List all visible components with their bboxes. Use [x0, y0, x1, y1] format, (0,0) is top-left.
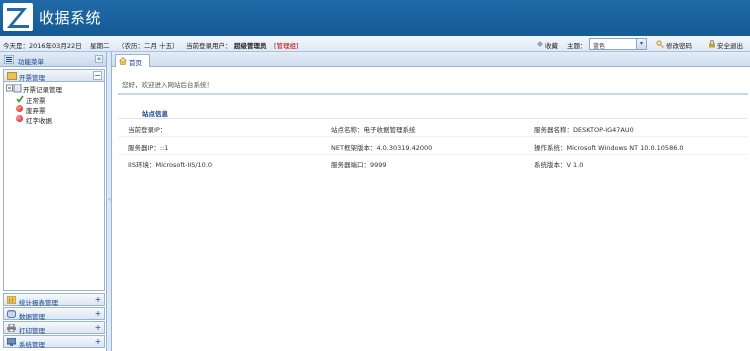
tree-item-red-receipt[interactable]: 红字收据: [26, 115, 52, 125]
data-icon: [7, 310, 16, 318]
tab-home-label: 首页: [129, 59, 142, 67]
sidebar-item-data[interactable]: 数据管理 +: [3, 307, 105, 321]
sidebar-item-data-label: 数据管理: [19, 313, 45, 321]
current-user-label: 当前登录用户：: [186, 42, 232, 50]
logout-link[interactable]: 安全退出: [717, 40, 743, 50]
divider: [118, 93, 748, 95]
splitter-grip-icon[interactable]: «: [108, 197, 111, 203]
sidebar-item-reports-label: 统计报表管理: [19, 299, 58, 307]
info-net-version: NET框架版本：4.0.30319.42000: [331, 144, 433, 152]
panel-billing-header[interactable]: 开票管理 −: [4, 70, 104, 82]
welcome-message: 您好，欢迎进入网站后台系统！: [122, 81, 213, 89]
tree-group-records[interactable]: 开票记录管理: [23, 84, 62, 94]
tree-collapse-icon[interactable]: [6, 84, 22, 93]
weekday-text: 星期二: [90, 42, 110, 50]
key-icon: [656, 40, 664, 48]
section-title: 站点信息: [142, 110, 168, 118]
info-os: 操作系统：Microsoft Windows NT 10.0.10586.0: [534, 144, 684, 152]
user-role: [管理组]: [274, 42, 299, 50]
tree-item-normal[interactable]: 正常票: [26, 95, 46, 105]
collapse-sidebar-icon[interactable]: «: [95, 55, 103, 63]
lunar-text: （农历：二月 十五）: [118, 42, 179, 50]
tree-item-void[interactable]: 废弃票: [26, 105, 46, 115]
folder-icon: [7, 72, 17, 80]
favorites-icon[interactable]: [536, 40, 544, 48]
tab-home[interactable]: 首页: [115, 54, 150, 67]
info-bar: 今天是：2016年03月22日 星期二 （农历：二月 十五） 当前登录用户： 超…: [0, 36, 750, 52]
favorites-link[interactable]: 收藏: [545, 40, 558, 50]
theme-select[interactable]: 蓝色 ▾: [589, 38, 647, 50]
check-icon: [16, 95, 24, 103]
info-site-name: 站点名称：电子收据管理系统: [331, 126, 416, 134]
info-login-ip: 当前登录IP：: [128, 126, 167, 134]
home-icon: [119, 57, 127, 65]
theme-label: 主题：: [567, 42, 587, 50]
expand-icon[interactable]: +: [94, 338, 102, 346]
info-server-ip: 服务器IP：::1: [128, 144, 169, 152]
sidebar-item-print-label: 打印管理: [19, 327, 45, 335]
expand-icon[interactable]: +: [94, 310, 102, 318]
printer-icon: [7, 324, 16, 332]
expand-icon[interactable]: +: [94, 324, 102, 332]
info-server-name: 服务器名称：DESKTOP-IG47AU0: [534, 126, 634, 134]
app-header: 收据系统: [0, 0, 750, 36]
lock-icon: [708, 40, 716, 48]
expand-icon[interactable]: +: [94, 296, 102, 304]
menu-icon: [4, 55, 14, 64]
main-content: 首页 您好，欢迎进入网站后台系统！ 站点信息 当前登录IP： 站点名称：电子收据…: [112, 52, 750, 351]
change-password-link[interactable]: 修改密码: [666, 40, 692, 50]
system-icon: [7, 338, 16, 346]
sidebar-item-system[interactable]: 系统管理 +: [3, 335, 105, 349]
divider: [118, 136, 748, 137]
sidebar-header: 功能菜单 «: [0, 52, 106, 67]
sidebar-item-print[interactable]: 打印管理 +: [3, 321, 105, 335]
info-system-version: 系统版本：V 1.0: [534, 161, 584, 169]
collapse-icon[interactable]: −: [93, 71, 102, 80]
sidebar-item-system-label: 系统管理: [19, 341, 45, 349]
logo-icon: [3, 3, 33, 31]
report-icon: [7, 296, 16, 304]
date-text: 今天是：2016年03月22日: [3, 42, 82, 50]
sidebar: 功能菜单 « 开票管理 − 开票记录管理 正常票 废弃票 红字收据 统计报表管理…: [0, 52, 107, 351]
divider: [118, 118, 748, 119]
info-iis: IIS环境：Microsoft-IIS/10.0: [128, 161, 213, 169]
theme-value: 蓝色: [593, 43, 606, 50]
error-icon: [16, 105, 23, 112]
tab-bar: 首页: [112, 52, 750, 67]
chevron-down-icon[interactable]: ▾: [636, 39, 646, 49]
error-icon: [16, 115, 23, 122]
user-name: 超级管理员: [234, 42, 267, 50]
divider: [118, 154, 748, 155]
app-title: 收据系统: [39, 9, 102, 27]
sidebar-item-reports[interactable]: 统计报表管理 +: [3, 293, 105, 307]
info-server-port: 服务器端口：9999: [331, 161, 387, 169]
sidebar-title: 功能菜单: [18, 58, 44, 66]
panel-billing-title: 开票管理: [19, 74, 45, 82]
panel-billing: 开票管理 − 开票记录管理 正常票 废弃票 红字收据: [3, 69, 105, 291]
